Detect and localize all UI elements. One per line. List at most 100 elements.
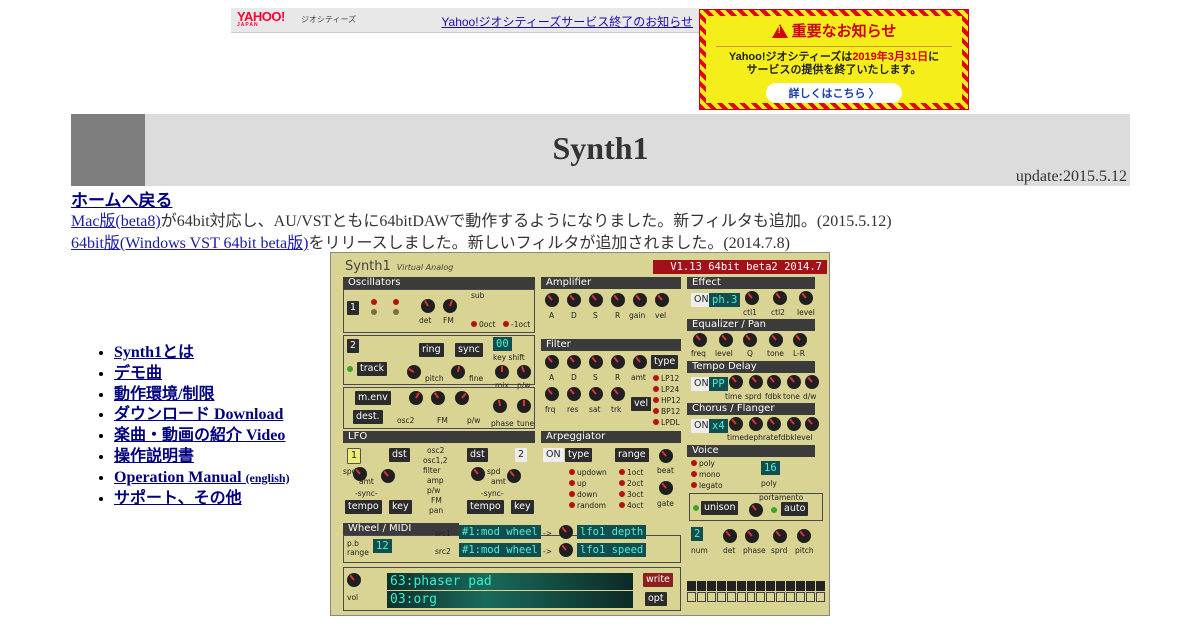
lpdl-led[interactable] <box>653 419 659 425</box>
keyboard-black-keys[interactable] <box>687 581 825 591</box>
src2-select[interactable]: #1:mod wheel <box>459 543 541 557</box>
nav-link-support[interactable]: サポート、その他 <box>114 490 242 507</box>
hp12-led[interactable] <box>653 397 659 403</box>
arp-2oct-led[interactable] <box>619 480 625 486</box>
dst2-select[interactable]: lfo1 speed <box>577 543 647 557</box>
unison-pitch-knob[interactable] <box>797 529 811 543</box>
mix-knob[interactable] <box>495 365 509 379</box>
volume-knob[interactable] <box>347 573 361 587</box>
delay-time-knob[interactable] <box>729 375 743 389</box>
voice-mono-led[interactable] <box>691 471 697 477</box>
flt-vel-button[interactable]: vel <box>631 397 652 411</box>
poly-count-display[interactable]: 16 <box>761 461 780 475</box>
arp-random-led[interactable] <box>569 502 575 508</box>
pb-range-display[interactable]: 12 <box>373 539 392 553</box>
arp-1oct-led[interactable] <box>619 469 625 475</box>
arp-down-led[interactable] <box>569 491 575 497</box>
flt-trk-knob[interactable] <box>611 387 625 401</box>
nav-link-about[interactable]: Synth1とは <box>114 344 194 361</box>
eq-pan-knob[interactable] <box>793 333 807 347</box>
flt-res-knob[interactable] <box>567 387 581 401</box>
sub-0oct-led[interactable] <box>471 321 477 327</box>
delay-fdbk-knob[interactable] <box>767 375 781 389</box>
menv-a-knob[interactable] <box>409 391 423 405</box>
eq-tone-knob[interactable] <box>769 333 783 347</box>
lp24-led[interactable] <box>653 386 659 392</box>
arp-3oct-led[interactable] <box>619 491 625 497</box>
lfo2-number[interactable]: 2 <box>515 448 528 462</box>
osc1-wave-led[interactable] <box>371 309 377 315</box>
arp-updown-led[interactable] <box>569 469 575 475</box>
effect-level-knob[interactable] <box>799 291 813 305</box>
nav-link-requirements[interactable]: 動作環境/制限 <box>114 386 214 403</box>
lfo2-dst-button[interactable]: dst <box>467 448 488 462</box>
lfo2-key-button[interactable]: key <box>511 500 534 514</box>
unison-det-knob[interactable] <box>723 529 737 543</box>
flt-amt-knob[interactable] <box>633 355 647 369</box>
preset-name-display[interactable]: 63:phaser pad <box>387 573 633 590</box>
delay-tone-knob[interactable] <box>787 375 801 389</box>
nav-link-manual-ja[interactable]: 操作説明書 <box>114 448 194 465</box>
lfo2-tempo-button[interactable]: tempo <box>467 500 504 514</box>
chorus-type-display[interactable]: x4 <box>709 419 728 433</box>
notice-details-button[interactable]: 詳しくはこちら 〉 <box>766 83 902 103</box>
amp-vel-knob[interactable] <box>655 293 669 307</box>
lfo2-spd-knob[interactable] <box>471 467 485 481</box>
delay-dw-knob[interactable] <box>805 375 819 389</box>
osc1-wave-led[interactable] <box>393 299 399 305</box>
flt-s-knob[interactable] <box>589 355 603 369</box>
unison-phase-knob[interactable] <box>745 529 759 543</box>
key-shift-display[interactable]: 00 <box>493 337 512 351</box>
osc2-pitch-knob[interactable] <box>407 365 421 379</box>
nav-link-video[interactable]: 楽曲・動画の紹介 Video <box>114 427 285 444</box>
filter-type-button[interactable]: type <box>651 355 679 369</box>
chorus-level-knob[interactable] <box>805 417 819 431</box>
yahoo-logo[interactable]: YAHOO! JAPAN <box>237 10 285 28</box>
osc1-wave-led[interactable] <box>393 309 399 315</box>
lfo1-key-button[interactable]: key <box>389 500 412 514</box>
pw-knob[interactable] <box>517 365 531 379</box>
osc2-fine-knob[interactable] <box>451 365 465 379</box>
ring-button[interactable]: ring <box>419 343 444 357</box>
voice-legato-led[interactable] <box>691 482 697 488</box>
news-link-mac[interactable]: Mac版(beta8) <box>71 213 161 230</box>
effect-ctl1-knob[interactable] <box>745 291 759 305</box>
news-link-64bit[interactable]: 64bit版(Windows VST 64bit beta版) <box>71 235 308 252</box>
arp-type-button[interactable]: type <box>565 448 593 462</box>
track-button[interactable]: track <box>357 362 388 376</box>
arp-up-led[interactable] <box>569 480 575 486</box>
chorus-rate-knob[interactable] <box>767 417 781 431</box>
src2-depth-knob[interactable] <box>559 543 573 557</box>
eq-freq-knob[interactable] <box>693 333 707 347</box>
amp-d-knob[interactable] <box>567 293 581 307</box>
menv-button[interactable]: m.env <box>355 391 391 405</box>
src1-select[interactable]: #1:mod wheel <box>459 525 541 539</box>
tune-knob[interactable] <box>517 399 531 413</box>
flt-r-knob[interactable] <box>611 355 625 369</box>
nav-link-download[interactable]: ダウンロード Download <box>114 406 283 423</box>
sub-1oct-led[interactable] <box>503 321 509 327</box>
bp12-led[interactable] <box>653 408 659 414</box>
lfo1-dst-button[interactable]: dst <box>389 448 410 462</box>
flt-a-knob[interactable] <box>545 355 559 369</box>
menv-amt-knob[interactable] <box>455 391 469 405</box>
delay-type-display[interactable]: PP <box>709 377 728 391</box>
chorus-time-knob[interactable] <box>729 417 743 431</box>
portamento-auto-button[interactable]: auto <box>781 502 809 516</box>
bank-name-display[interactable]: 03:org <box>387 591 633 608</box>
dst1-select[interactable]: lfo1 depth <box>577 525 647 539</box>
amp-r-knob[interactable] <box>611 293 625 307</box>
important-notice-ad[interactable]: 重要なお知らせ Yahoo!ジオシティーズは2019年3月31日に サービスの提… <box>699 9 969 110</box>
eq-level-knob[interactable] <box>719 333 733 347</box>
keyboard-white-keys[interactable] <box>687 592 825 602</box>
flt-sat-knob[interactable] <box>589 387 603 401</box>
amp-gain-knob[interactable] <box>633 293 647 307</box>
portamento-knob[interactable] <box>749 503 763 517</box>
arp-4oct-led[interactable] <box>619 502 625 508</box>
lfo1-tempo-button[interactable]: tempo <box>345 500 382 514</box>
nav-link-manual-en[interactable]: Operation Manual (english) <box>114 469 290 486</box>
unison-num-display[interactable]: 2 <box>691 527 704 541</box>
src1-depth-knob[interactable] <box>559 525 573 539</box>
effect-type-display[interactable]: ph.3 <box>709 293 741 307</box>
amp-a-knob[interactable] <box>545 293 559 307</box>
